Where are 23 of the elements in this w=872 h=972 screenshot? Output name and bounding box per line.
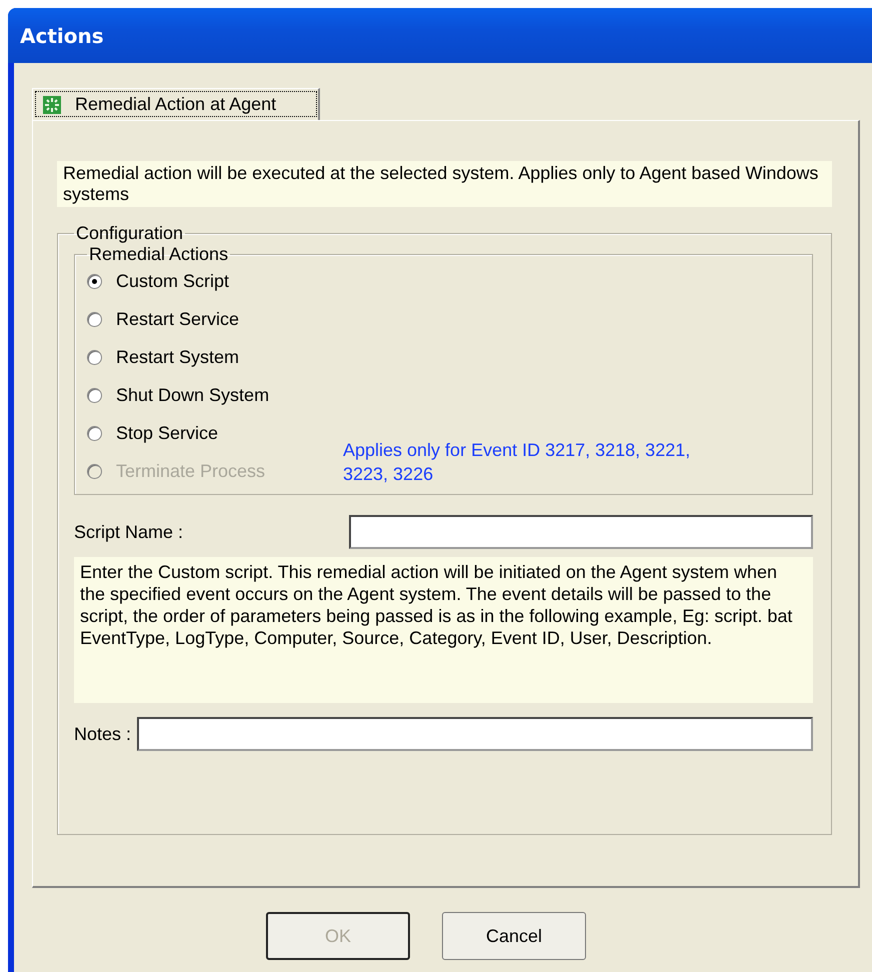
group-title: Remedial Actions (88, 244, 230, 265)
agent-icon (43, 96, 61, 114)
window-title: Actions (20, 24, 104, 48)
description-text: Enter the Custom script. This remedial action will be initiated on the Agent system when the specified event occurs on the Agent system. The event details will be passed to the script, the order of parameters being passed is as in the following example, Eg: script. bat EventType, LogType, Computer, Source, Category, Event ID, User, Description. (74, 557, 813, 703)
radio-option[interactable]: Restart Service (87, 307, 343, 332)
radio-option[interactable]: Shut Down System (87, 383, 343, 408)
radio-option[interactable]: Restart System (87, 345, 343, 370)
radio-button[interactable] (87, 312, 102, 327)
radio-button[interactable] (87, 274, 102, 289)
notes-label: Notes : (74, 724, 132, 744)
note-text: Applies only for Event ID 3217, 3218, 3221, 3223, 3226 (343, 439, 692, 486)
info-text: Remedial action will be executed at the selected system. Applies only to Agent based Windows systems (57, 161, 832, 207)
group-title: Configuration (75, 223, 184, 244)
tab[interactable]: Remedial Action at Agent (32, 88, 320, 120)
radio-option[interactable]: Stop Service (87, 421, 343, 446)
script-name-label: Script Name : (74, 522, 184, 542)
notes-field[interactable] (137, 717, 813, 751)
radio-button[interactable] (87, 388, 102, 403)
radio-button[interactable] (87, 426, 102, 441)
radio-button[interactable] (87, 350, 102, 365)
radio-option[interactable]: Custom Script (87, 269, 343, 294)
script-name-field[interactable] (349, 515, 813, 549)
dialog-button[interactable]: Cancel (442, 912, 586, 960)
